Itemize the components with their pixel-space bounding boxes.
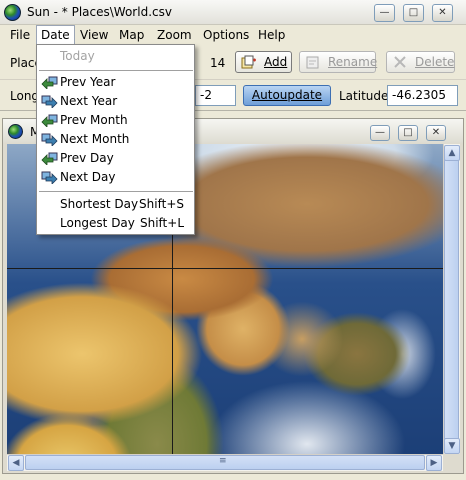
menu-item-prev-day[interactable]: Prev Day (38, 149, 194, 168)
map-globe-icon (8, 124, 23, 139)
add-place-icon (241, 55, 256, 69)
shortest-day-label: Shortest Day (60, 197, 139, 211)
delete-icon (394, 56, 406, 68)
menu-options[interactable]: Options (199, 25, 253, 45)
next-year-label: Next Year (60, 94, 118, 108)
next-day-arrow-icon (41, 171, 58, 184)
menu-separator (39, 70, 193, 71)
map-close-button[interactable]: ✕ (426, 125, 446, 141)
scroll-left-button[interactable]: ◀ (8, 455, 24, 471)
menu-map[interactable]: Map (115, 25, 148, 45)
menu-view[interactable]: View (76, 25, 112, 45)
menu-item-today[interactable]: Today (38, 47, 194, 66)
menu-item-next-day[interactable]: Next Day (38, 168, 194, 187)
scroll-up-button[interactable]: ▲ (444, 145, 460, 161)
scroll-down-button[interactable]: ▼ (444, 438, 460, 454)
menu-item-prev-month[interactable]: Prev Month (38, 111, 194, 130)
latitude-crosshair-line (7, 268, 443, 269)
map-minimize-button[interactable]: — (370, 125, 390, 141)
scroll-right-button[interactable]: ▶ (426, 455, 442, 471)
prev-year-arrow-icon (41, 76, 58, 89)
shortest-day-shortcut: Shift+S (139, 197, 184, 211)
delete-label: Delete (415, 55, 455, 69)
menu-item-next-year[interactable]: Next Year (38, 92, 194, 111)
today-label: Today (60, 49, 95, 63)
timezone-field[interactable]: -2 (195, 85, 236, 106)
menu-item-shortest-day[interactable]: Shortest Day Shift+S (38, 195, 194, 214)
next-month-label: Next Month (60, 132, 130, 146)
places-count: 14 (210, 56, 226, 70)
prev-day-label: Prev Day (60, 151, 114, 165)
next-year-arrow-icon (41, 95, 58, 108)
map-maximize-button[interactable]: □ (398, 125, 418, 141)
globe-icon (4, 4, 21, 21)
delete-button[interactable]: Delete (386, 51, 455, 73)
maximize-button[interactable]: □ (403, 4, 424, 22)
menu-separator (39, 191, 193, 192)
next-day-label: Next Day (60, 170, 116, 184)
prev-day-arrow-icon (41, 152, 58, 165)
close-button[interactable]: ✕ (432, 4, 453, 22)
menu-bar: File Date View Map Zoom Options Help (0, 25, 466, 45)
prev-year-label: Prev Year (60, 75, 116, 89)
longest-day-label: Longest Day (60, 216, 135, 230)
latitude-field[interactable]: -46.2305 (387, 85, 458, 106)
autoupdate-button[interactable]: Autoupdate (243, 85, 331, 106)
menu-file[interactable]: File (6, 25, 34, 45)
vertical-scroll-thumb[interactable] (444, 151, 459, 447)
longitude-label: Long (10, 89, 40, 103)
rename-button[interactable]: Rename (299, 51, 378, 73)
menu-help[interactable]: Help (254, 25, 289, 45)
minimize-button[interactable]: — (374, 4, 395, 22)
menu-date[interactable]: Date (36, 25, 75, 45)
rename-label: Rename (328, 55, 378, 69)
menu-item-next-month[interactable]: Next Month (38, 130, 194, 149)
menu-item-longest-day[interactable]: Longest Day Shift+L (38, 214, 194, 233)
menu-zoom[interactable]: Zoom (153, 25, 196, 45)
add-label: Add (264, 55, 288, 69)
add-button[interactable]: Add (235, 51, 292, 73)
longest-day-shortcut: Shift+L (139, 216, 184, 230)
prev-month-label: Prev Month (60, 113, 128, 127)
window-title: Sun - * Places\World.csv (27, 5, 172, 19)
next-month-arrow-icon (41, 133, 58, 146)
date-menu-dropdown: Today Prev Year Next Year Prev Month Nex… (36, 44, 195, 235)
latitude-label: Latitude (339, 89, 389, 103)
menu-item-prev-year[interactable]: Prev Year (38, 73, 194, 92)
prev-month-arrow-icon (41, 114, 58, 127)
scroll-grip-icon: ≡ (219, 456, 227, 466)
rename-icon (306, 56, 319, 69)
